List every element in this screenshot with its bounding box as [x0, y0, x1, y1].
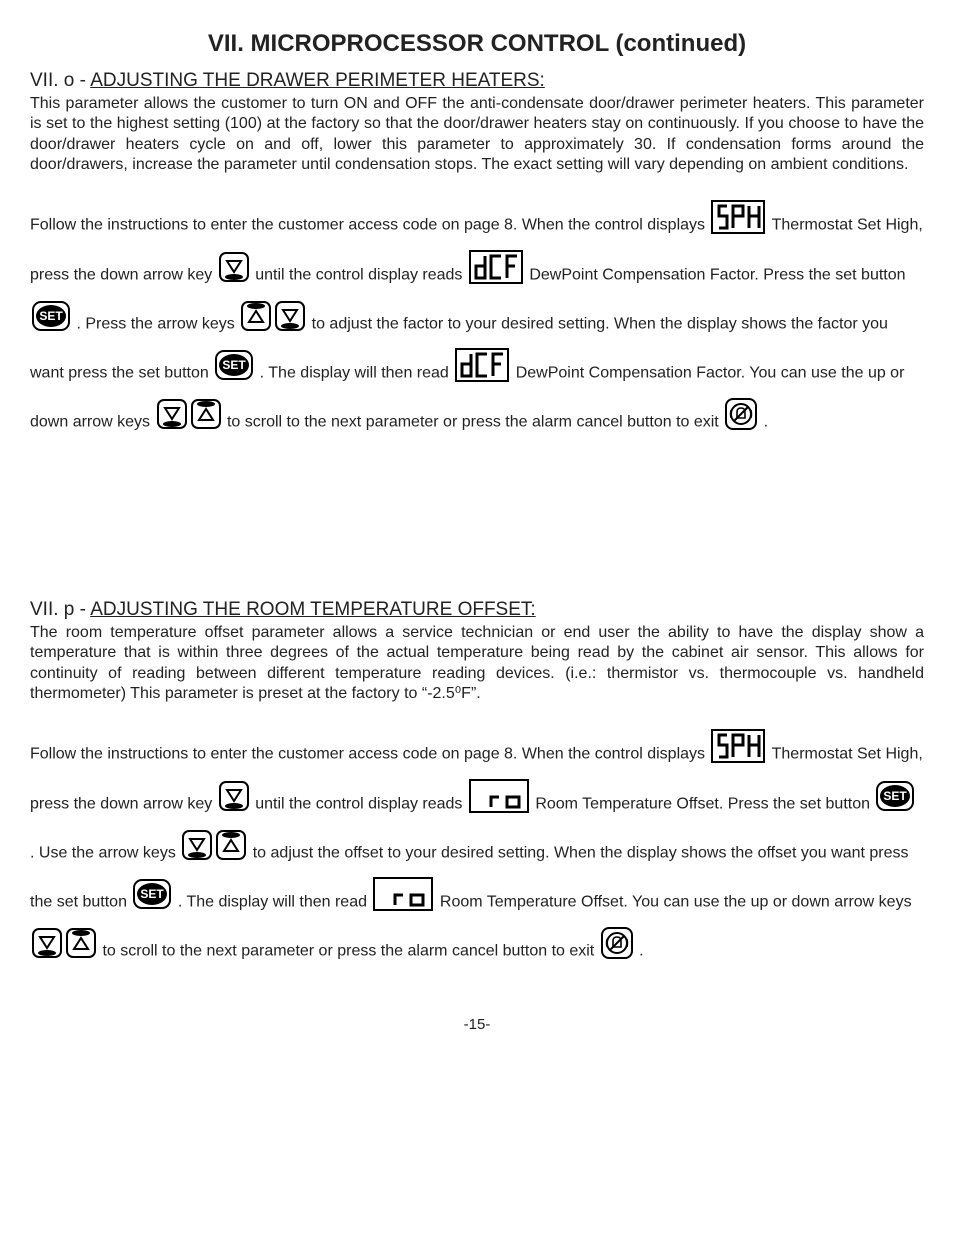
text: . [639, 943, 643, 960]
text: Room Temperature Offset. Press the set b… [535, 796, 874, 813]
down-arrow-icon [219, 781, 249, 828]
section-p-prefix: VII. p - [30, 599, 90, 620]
text: Room Temperature Offset. You can use the… [440, 893, 912, 910]
text: until the control display reads [255, 267, 467, 284]
section-p-instructions: Follow the instructions to enter the cus… [30, 729, 924, 976]
down-arrow-icon [275, 301, 305, 348]
alarm-cancel-icon [601, 927, 633, 976]
up-arrow-icon [241, 301, 271, 348]
section-o-heading: VII. o - ADJUSTING THE DRAWER PERIMETER … [30, 70, 924, 92]
section-p-paragraph: The room temperature offset parameter al… [30, 623, 924, 705]
set-button-icon [32, 301, 70, 348]
text: . Press the arrow keys [76, 316, 239, 333]
page-title: VII. MICROPROCESSOR CONTROL (continued) [30, 30, 924, 58]
display-sph-icon [711, 200, 765, 251]
section-o-paragraph: This parameter allows the customer to tu… [30, 94, 924, 176]
down-arrow-icon [219, 252, 249, 299]
text: to scroll to the next parameter or press… [102, 943, 598, 960]
alarm-cancel-icon [725, 398, 757, 447]
text: . Use the arrow keys [30, 844, 180, 861]
down-arrow-icon [182, 830, 212, 877]
display-ro-icon [469, 779, 529, 830]
section-o-instructions: Follow the instructions to enter the cus… [30, 200, 924, 447]
display-sph-icon [711, 729, 765, 780]
section-o-title: ADJUSTING THE DRAWER PERIMETER HEATERS: [90, 70, 545, 91]
display-ro-icon [373, 877, 433, 928]
text: Follow the instructions to enter the cus… [30, 216, 709, 233]
down-arrow-icon [157, 399, 187, 446]
up-arrow-icon [66, 928, 96, 975]
section-p-heading: VII. p - ADJUSTING THE ROOM TEMPERATURE … [30, 599, 924, 621]
up-arrow-icon [216, 830, 246, 877]
set-button-icon [133, 879, 171, 926]
down-arrow-icon [32, 928, 62, 975]
section-o-prefix: VII. o - [30, 70, 90, 91]
text: until the control display reads [255, 796, 467, 813]
text: . The display will then read [260, 364, 454, 381]
set-button-icon [876, 781, 914, 828]
set-button-icon [215, 350, 253, 397]
up-arrow-icon [191, 399, 221, 446]
text: to scroll to the next parameter or press… [227, 414, 723, 431]
display-dcf-icon [455, 348, 509, 399]
page-number: -15- [30, 1016, 924, 1033]
text: Follow the instructions to enter the cus… [30, 745, 709, 762]
text: . [764, 414, 768, 431]
text: . The display will then read [178, 893, 372, 910]
display-dcf-icon [469, 250, 523, 301]
text: DewPoint Compensation Factor. Press the … [529, 267, 905, 284]
section-p-title: ADJUSTING THE ROOM TEMPERATURE OFFSET: [90, 599, 535, 620]
